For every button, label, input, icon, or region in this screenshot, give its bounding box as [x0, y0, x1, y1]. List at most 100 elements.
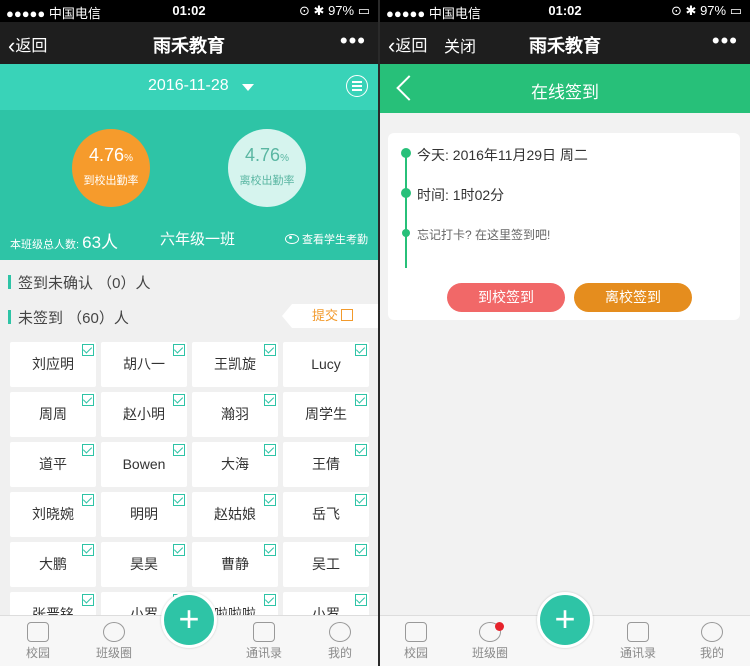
tab-mine[interactable]: 我的: [684, 622, 740, 661]
student-cell[interactable]: 王凯旋: [192, 342, 278, 387]
leave-rate-circle: 4.76% 离校出勤率: [228, 129, 306, 207]
leave-rate-number: 4.76: [245, 145, 281, 165]
checkbox-icon[interactable]: [82, 394, 94, 406]
checkbox-icon[interactable]: [82, 494, 94, 506]
submit-label: 提交: [312, 308, 339, 323]
tab-contacts-label: 通讯录: [245, 646, 282, 660]
not-signed-section: 未签到 （60）人: [8, 307, 129, 328]
timeline-dot: [401, 188, 411, 198]
student-cell[interactable]: 赵姑娘: [192, 492, 278, 537]
list-menu-icon[interactable]: [346, 75, 368, 97]
checkbox-icon[interactable]: [264, 544, 276, 556]
student-name: 明明: [130, 506, 158, 522]
signin-card: 今天: 2016年11月29日 周二 时间: 1时02分 忘记打卡? 在这里签到…: [388, 133, 740, 320]
checkbox-icon[interactable]: [264, 444, 276, 456]
checkbox-icon[interactable]: [355, 394, 367, 406]
student-cell[interactable]: 明明: [101, 492, 187, 537]
student-name: 周学生: [305, 406, 347, 422]
timeline-dot: [402, 229, 410, 237]
checkbox-icon[interactable]: [82, 594, 94, 606]
checkbox-icon[interactable]: [355, 494, 367, 506]
student-name: 周周: [39, 406, 67, 422]
student-cell[interactable]: 刘晓婉: [10, 492, 96, 537]
checkbox-icon[interactable]: [355, 344, 367, 356]
student-cell[interactable]: 赵小明: [101, 392, 187, 437]
checkbox-icon[interactable]: [264, 594, 276, 606]
tab-contacts[interactable]: 通讯录: [610, 622, 666, 661]
student-cell[interactable]: 胡八一: [101, 342, 187, 387]
submit-button[interactable]: 提交: [282, 304, 378, 328]
more-button[interactable]: •••: [712, 28, 738, 54]
checkbox-icon[interactable]: [355, 444, 367, 456]
student-cell[interactable]: 吴工: [283, 542, 369, 587]
student-name: 赵小明: [123, 406, 165, 422]
left-screen: ●●●●● 中国电信 01:02 ⊙ ✱ 97% ▭ ‹返回 雨禾教育 ••• …: [0, 0, 378, 666]
checkbox-icon[interactable]: [264, 344, 276, 356]
leave-signin-button[interactable]: 离校签到: [574, 283, 692, 312]
student-name: Bowen: [122, 456, 166, 472]
checkbox-icon[interactable]: [173, 444, 185, 456]
unconfirmed-label: 签到未确认 （0）人: [18, 275, 151, 292]
eye-icon: [285, 234, 299, 244]
student-cell[interactable]: 瀚羽: [192, 392, 278, 437]
date-selector[interactable]: 2016-11-28: [148, 77, 229, 95]
view-attendance-link[interactable]: 查看学生考勤: [285, 231, 368, 247]
student-name: 刘应明: [32, 356, 74, 372]
add-button[interactable]: +: [161, 592, 217, 648]
signin-title: 在线签到: [531, 83, 599, 102]
student-name: 刘晓婉: [32, 506, 74, 522]
student-name: 曹静: [221, 556, 249, 572]
checkbox-icon[interactable]: [264, 494, 276, 506]
tab-campus-label: 校园: [25, 646, 50, 660]
checkbox-icon[interactable]: [264, 394, 276, 406]
leave-rate-unit: %: [280, 153, 289, 164]
checkbox-icon[interactable]: [173, 494, 185, 506]
right-screen: ●●●●● 中国电信 01:02 ⊙ ✱ 97% ▭ ‹返回 关闭 雨禾教育 •…: [380, 0, 750, 666]
tab-campus[interactable]: 校园: [10, 622, 66, 661]
student-cell[interactable]: 刘应明: [10, 342, 96, 387]
student-cell[interactable]: 大鹏: [10, 542, 96, 587]
student-name: 赵姑娘: [214, 506, 256, 522]
checkbox-icon[interactable]: [82, 444, 94, 456]
battery-percent: 97%: [700, 3, 727, 18]
caret-down-icon[interactable]: [242, 84, 254, 91]
hint-text: 忘记打卡? 在这里签到吧!: [417, 228, 551, 242]
date-bar: 2016-11-28: [0, 64, 378, 110]
student-name: 大海: [221, 456, 249, 472]
student-cell[interactable]: 昊昊: [101, 542, 187, 587]
tab-class-circle[interactable]: 班级圈: [462, 622, 518, 661]
tab-class-circle[interactable]: 班级圈: [86, 622, 142, 661]
student-cell[interactable]: 周学生: [283, 392, 369, 437]
student-cell[interactable]: 道平: [10, 442, 96, 487]
checkbox-icon[interactable]: [355, 544, 367, 556]
tab-contacts[interactable]: 通讯录: [236, 622, 292, 661]
checkbox-icon[interactable]: [173, 544, 185, 556]
tab-campus[interactable]: 校园: [388, 622, 444, 661]
chat-bubble-icon: [103, 622, 125, 642]
student-cell[interactable]: 大海: [192, 442, 278, 487]
student-cell[interactable]: Lucy: [283, 342, 369, 387]
more-button[interactable]: •••: [340, 28, 366, 54]
home-icon: [405, 622, 427, 642]
checkbox-icon[interactable]: [82, 344, 94, 356]
tab-class-circle-label: 班级圈: [95, 646, 132, 660]
total-label: 本班级总人数:: [10, 239, 80, 251]
edit-icon: [341, 309, 354, 321]
checkbox-icon[interactable]: [173, 394, 185, 406]
student-cell[interactable]: 岳飞: [283, 492, 369, 537]
checkbox-icon[interactable]: [173, 344, 185, 356]
tab-mine[interactable]: 我的: [312, 622, 368, 661]
student-name: 吴工: [312, 556, 340, 572]
class-name: 六年级一班: [160, 231, 236, 248]
student-cell[interactable]: 周周: [10, 392, 96, 437]
tab-mine-label: 我的: [327, 646, 352, 660]
student-cell[interactable]: 曹静: [192, 542, 278, 587]
checkbox-icon[interactable]: [355, 594, 367, 606]
student-cell[interactable]: 王倩: [283, 442, 369, 487]
arrive-rate-value: 4.76%: [72, 145, 150, 166]
notification-badge: [495, 622, 504, 631]
arrive-signin-button[interactable]: 到校签到: [447, 283, 565, 312]
checkbox-icon[interactable]: [82, 544, 94, 556]
student-cell[interactable]: Bowen: [101, 442, 187, 487]
add-button[interactable]: +: [537, 592, 593, 648]
